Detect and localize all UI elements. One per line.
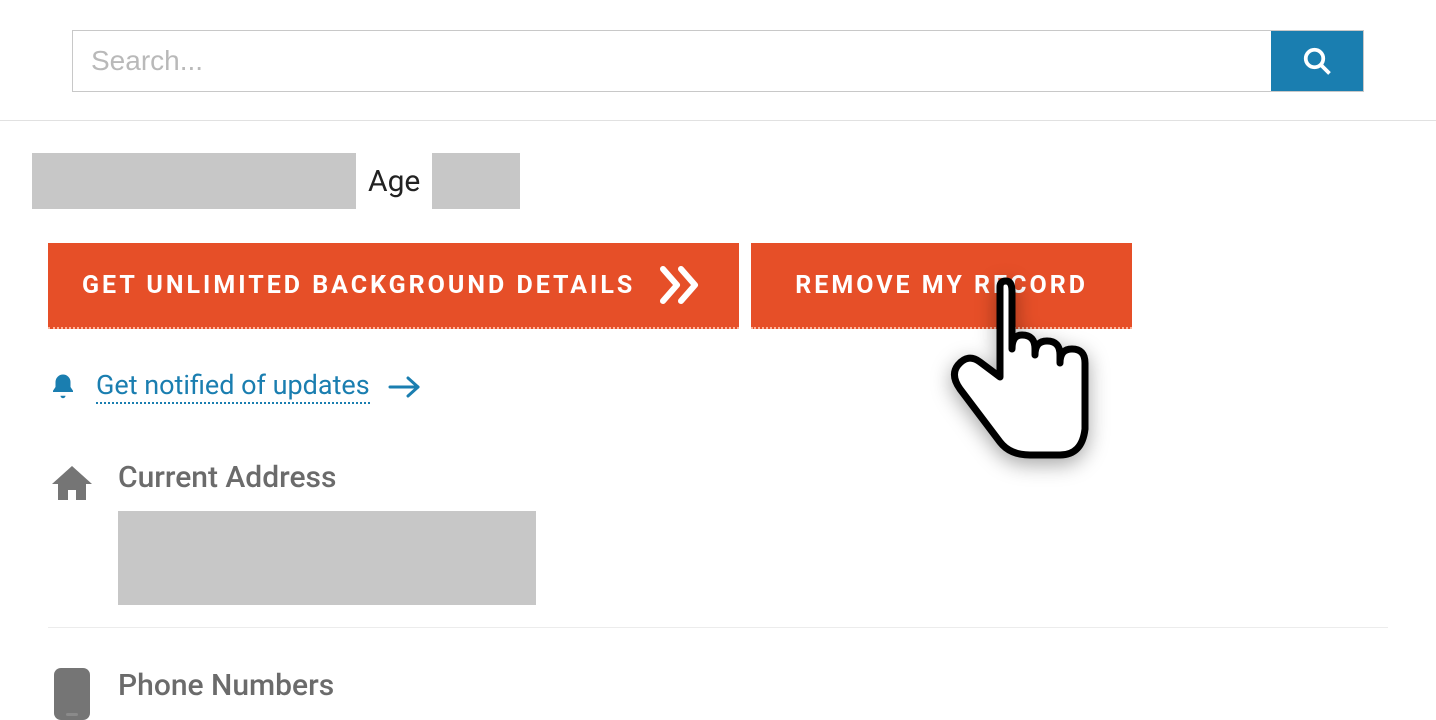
arrow-right-icon <box>388 375 422 399</box>
search-wrap <box>72 30 1364 92</box>
home-icon <box>48 460 96 508</box>
search-icon <box>1302 46 1332 76</box>
age-label: Age <box>366 164 422 199</box>
current-address-title: Current Address <box>118 460 536 495</box>
double-chevron-right-icon <box>657 265 705 305</box>
cta-button-row: GET UNLIMITED BACKGROUND DETAILS REMOVE … <box>48 243 1388 329</box>
get-notified-link[interactable]: Get notified of updates <box>96 369 370 404</box>
search-bar-area <box>0 0 1436 121</box>
phone-icon <box>54 668 90 720</box>
remove-my-record-label: REMOVE MY RECORD <box>795 271 1088 300</box>
bell-icon <box>48 372 78 402</box>
get-background-details-button[interactable]: GET UNLIMITED BACKGROUND DETAILS <box>48 243 739 329</box>
notify-row: Get notified of updates <box>48 369 1388 404</box>
section-divider <box>48 627 1388 628</box>
current-address-section: Current Address <box>48 460 1388 605</box>
redacted-name <box>32 153 356 209</box>
get-background-details-label: GET UNLIMITED BACKGROUND DETAILS <box>82 271 635 300</box>
search-button[interactable] <box>1271 31 1363 91</box>
name-age-row: Age <box>32 153 1388 209</box>
phone-numbers-section: Phone Numbers <box>48 668 1388 720</box>
content-area: Age GET UNLIMITED BACKGROUND DETAILS REM… <box>0 121 1436 720</box>
remove-my-record-button[interactable]: REMOVE MY RECORD <box>751 243 1132 329</box>
redacted-age <box>432 153 520 209</box>
phone-numbers-title: Phone Numbers <box>118 668 334 703</box>
redacted-address <box>118 511 536 605</box>
search-input[interactable] <box>73 31 1271 91</box>
